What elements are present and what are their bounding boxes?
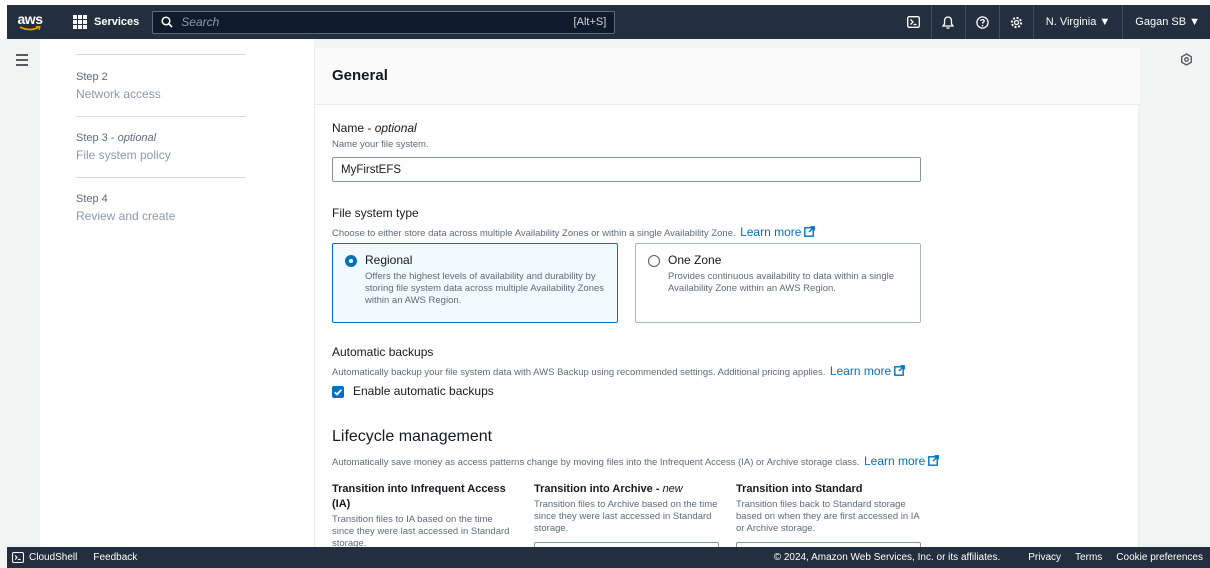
hamburger-menu-icon[interactable] xyxy=(16,54,28,69)
regional-radio[interactable] xyxy=(345,255,357,267)
step-2-title[interactable]: Network access xyxy=(76,87,161,101)
external-link-icon xyxy=(804,226,816,237)
grid-icon xyxy=(73,15,87,29)
step-divider xyxy=(76,177,246,178)
cloudshell-icon xyxy=(907,16,921,28)
step-3: Step 3 - optional File system policy xyxy=(76,132,171,162)
step-4-title[interactable]: Review and create xyxy=(76,209,175,223)
general-container: General Name - optional Name your file s… xyxy=(314,48,1140,552)
footer-bar: CloudShell Feedback © 2024, Amazon Web S… xyxy=(7,547,1210,568)
learn-more-link[interactable]: Learn more xyxy=(864,454,925,468)
lifecycle-title: Lifecycle management xyxy=(332,428,493,445)
step-2: Step 2 Network access xyxy=(76,71,161,101)
right-rail xyxy=(1140,39,1210,547)
top-navigation: aws Services Search [Alt+S] N. Virginia … xyxy=(7,5,1210,39)
wizard-steps-panel: Step 2 Network access Step 3 - optional … xyxy=(40,39,314,547)
cloudshell-icon xyxy=(12,552,24,563)
services-label: Services xyxy=(94,16,140,28)
ia-transition-title: Transition into Infrequent Access (IA) xyxy=(332,483,506,510)
fs-type-label: File system type xyxy=(332,206,419,220)
services-menu-button[interactable]: Services xyxy=(73,5,139,39)
archive-transition-field: Transition into Archive - new Transition… xyxy=(534,482,719,547)
external-link-icon xyxy=(928,455,940,466)
ia-transition-field: Transition into Infrequent Access (IA) T… xyxy=(332,482,517,547)
one-zone-description: Provides continuous availability to data… xyxy=(668,271,895,294)
help-icon xyxy=(976,15,989,29)
search-shortcut: [Alt+S] xyxy=(573,16,607,28)
lifecycle-description: Automatically save money as access patte… xyxy=(332,452,940,470)
section-title: General xyxy=(332,67,388,84)
name-label: Name - optional xyxy=(332,121,417,135)
checkmark-icon xyxy=(334,388,343,396)
standard-transition-title: Transition into Standard xyxy=(736,483,863,495)
copyright-text: © 2024, Amazon Web Services, Inc. or its… xyxy=(773,552,1001,563)
learn-more-link[interactable]: Learn more xyxy=(740,225,801,239)
nav-right-group: N. Virginia ▼ Gagan SB ▼ xyxy=(897,5,1210,39)
backups-description: Automatically backup your file system da… xyxy=(332,362,906,380)
bell-icon xyxy=(942,15,955,29)
backups-label: Automatic backups xyxy=(332,345,434,359)
learn-more-link[interactable]: Learn more xyxy=(830,364,891,378)
name-input[interactable] xyxy=(332,157,921,182)
standard-transition-description: Transition files back to Standard storag… xyxy=(736,499,920,534)
regional-description: Offers the highest levels of availabilit… xyxy=(365,271,605,306)
ia-transition-description: Transition files to IA based on the time… xyxy=(332,514,510,547)
region-selector[interactable]: N. Virginia ▼ xyxy=(1032,5,1123,39)
one-zone-radio[interactable] xyxy=(648,255,660,267)
container-header: General xyxy=(315,48,1140,105)
cloudshell-label: CloudShell xyxy=(29,552,78,563)
archive-transition-title: Transition into Archive - new xyxy=(534,483,683,495)
gear-icon xyxy=(1010,16,1022,28)
one-zone-title: One Zone xyxy=(668,253,722,267)
search-placeholder: Search xyxy=(181,15,220,29)
step-4: Step 4 Review and create xyxy=(76,193,175,223)
aws-logo[interactable]: aws xyxy=(13,8,47,36)
name-description: Name your file system. xyxy=(332,139,429,150)
privacy-link[interactable]: Privacy xyxy=(1028,552,1061,563)
notifications-button[interactable] xyxy=(930,5,965,39)
settings-button[interactable] xyxy=(998,5,1033,39)
top-bar-background: aws Services Search [Alt+S] N. Virginia … xyxy=(0,0,1210,39)
search-input[interactable]: Search [Alt+S] xyxy=(152,10,616,34)
user-menu[interactable]: Gagan SB ▼ xyxy=(1122,5,1210,39)
cloudshell-footer-button[interactable]: CloudShell xyxy=(12,552,77,563)
regional-option-tile[interactable]: Regional Offers the highest levels of av… xyxy=(332,243,618,323)
step-3-title[interactable]: File system policy xyxy=(76,148,171,162)
standard-transition-field: Transition into Standard Transition file… xyxy=(736,482,921,547)
aws-smile-icon xyxy=(19,26,41,31)
step-divider xyxy=(76,116,246,117)
fs-type-description: Choose to either store data across multi… xyxy=(332,223,816,241)
cookie-preferences-link[interactable]: Cookie preferences xyxy=(1116,552,1203,563)
regional-title: Regional xyxy=(365,253,413,267)
enable-backups-label[interactable]: Enable automatic backups xyxy=(353,384,494,398)
help-button[interactable] xyxy=(964,5,999,39)
left-rail xyxy=(7,39,39,547)
help-panel-icon[interactable] xyxy=(1180,53,1193,66)
feedback-link[interactable]: Feedback xyxy=(93,552,137,563)
one-zone-option-tile[interactable]: One Zone Provides continuous availabilit… xyxy=(635,243,921,323)
archive-transition-description: Transition files to Archive based on the… xyxy=(534,499,718,534)
footer-links: © 2024, Amazon Web Services, Inc. or its… xyxy=(774,552,1210,563)
external-link-icon xyxy=(894,365,906,376)
aws-logo-text: aws xyxy=(17,11,43,27)
terms-link[interactable]: Terms xyxy=(1075,552,1102,563)
step-2-number: Step 2 xyxy=(76,71,108,83)
search-icon xyxy=(161,16,173,28)
cloudshell-nav-button[interactable] xyxy=(897,5,931,39)
step-3-number: Step 3 - optional xyxy=(76,132,157,144)
step-4-number: Step 4 xyxy=(76,193,108,205)
enable-backups-checkbox[interactable] xyxy=(332,386,344,398)
step-divider xyxy=(76,54,246,55)
